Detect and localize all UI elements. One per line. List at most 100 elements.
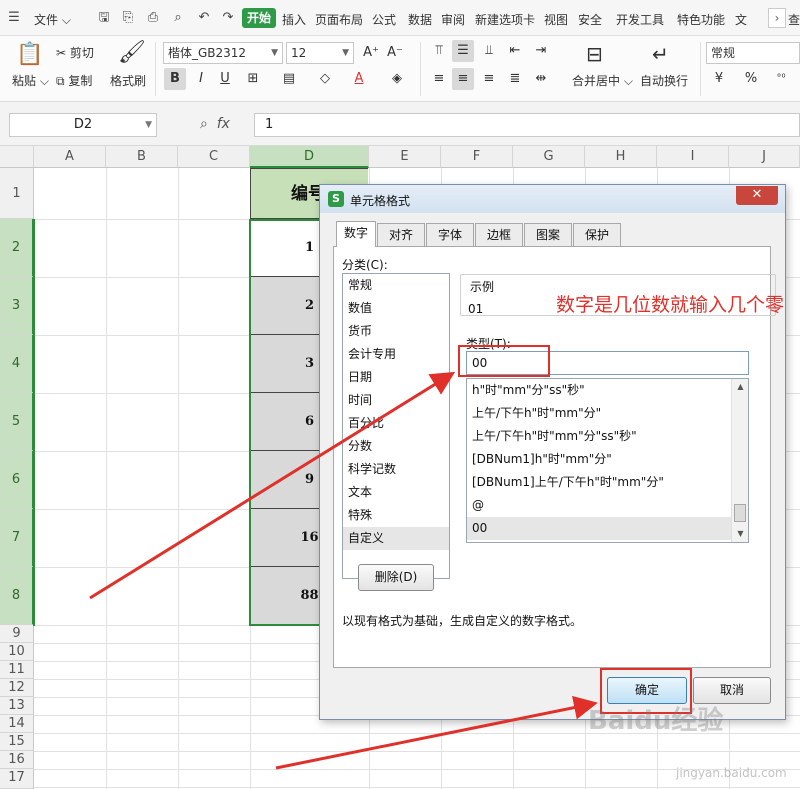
number-format-combo[interactable]: 常规 bbox=[706, 42, 800, 64]
bold-button[interactable]: B bbox=[164, 68, 186, 90]
paste-button[interactable]: 粘贴 ⌵ bbox=[12, 72, 49, 89]
category-list[interactable]: 常规 数值 货币 会计专用 日期 时间 百分比 分数 科学记数 文本 特殊 自定… bbox=[342, 273, 450, 579]
list-item[interactable]: 上午/下午h"时"mm"分"ss"秒" bbox=[467, 425, 731, 448]
row-header[interactable]: 6 bbox=[0, 451, 34, 509]
tab-formulas[interactable]: 公式 bbox=[372, 11, 396, 28]
font-size-combo[interactable]: 12 ▼ bbox=[286, 42, 354, 64]
dialog-title-bar[interactable]: S 单元格格式 ✕ bbox=[320, 185, 785, 213]
wrap-text-icon[interactable]: ↵ bbox=[652, 42, 669, 66]
scroll-up-icon[interactable]: ▲ bbox=[732, 379, 748, 395]
row-header[interactable]: 3 bbox=[0, 277, 34, 335]
tab-view[interactable]: 视图 bbox=[544, 11, 568, 28]
list-item[interactable]: [DBNum1]h"时"mm"分" bbox=[467, 448, 731, 471]
format-painter-button[interactable]: 格式刷 bbox=[110, 72, 146, 89]
col-header-d[interactable]: D bbox=[250, 146, 369, 168]
clear-format-icon[interactable]: ◈ bbox=[386, 68, 408, 90]
tab-page-layout[interactable]: 页面布局 bbox=[315, 11, 363, 28]
align-top-icon[interactable]: ⫪ bbox=[428, 40, 450, 62]
tab-features[interactable]: 特色功能 bbox=[677, 11, 725, 28]
percent-button[interactable]: % bbox=[740, 68, 762, 90]
indent-increase-icon[interactable]: ⇥ bbox=[530, 40, 552, 62]
search-stub[interactable]: 查 bbox=[788, 11, 800, 28]
list-item[interactable]: [DBNum1]上午/下午h"时"mm"分" bbox=[467, 471, 731, 494]
paste-icon[interactable]: 📋 bbox=[16, 42, 43, 67]
fill-color-icon[interactable]: ◇ bbox=[314, 68, 336, 90]
align-left-icon[interactable]: ≡ bbox=[428, 68, 450, 90]
fill-pattern-icon[interactable]: ▤ bbox=[278, 68, 300, 90]
decrease-font-icon[interactable]: A⁻ bbox=[384, 42, 406, 64]
tab-developer[interactable]: 开发工具 bbox=[616, 11, 664, 28]
list-item[interactable]: 会计专用 bbox=[343, 343, 449, 366]
list-item[interactable]: 日期 bbox=[343, 366, 449, 389]
list-item[interactable]: 文本 bbox=[343, 481, 449, 504]
row-header[interactable]: 8 bbox=[0, 567, 34, 625]
scroll-down-icon[interactable]: ▼ bbox=[732, 526, 748, 542]
align-center-icon[interactable]: ≡ bbox=[452, 68, 474, 90]
italic-button[interactable]: I bbox=[190, 68, 212, 90]
save-icon[interactable]: 🖫 bbox=[96, 10, 112, 26]
fx-icon[interactable]: fx bbox=[217, 116, 230, 132]
row-header[interactable]: 14 bbox=[0, 715, 34, 733]
format-painter-icon[interactable]: 🖌 bbox=[118, 40, 146, 65]
chevron-right-icon[interactable]: › bbox=[768, 8, 786, 28]
export-icon[interactable]: ⎘ bbox=[120, 10, 136, 26]
undo-icon[interactable]: ↶ bbox=[196, 10, 212, 26]
col-header-a[interactable]: A bbox=[34, 146, 106, 168]
row-header[interactable]: 13 bbox=[0, 697, 34, 715]
file-menu[interactable]: 文件 ⌵ bbox=[34, 11, 71, 28]
merge-center-icon[interactable]: ⊟ bbox=[586, 42, 603, 66]
formula-input[interactable]: 1 bbox=[254, 113, 800, 137]
row-header[interactable]: 15 bbox=[0, 733, 34, 751]
tab-insert[interactable]: 插入 bbox=[282, 11, 306, 28]
tab-data[interactable]: 数据 bbox=[408, 11, 432, 28]
justify-icon[interactable]: ≣ bbox=[504, 68, 526, 90]
col-header-c[interactable]: C bbox=[178, 146, 250, 168]
border-icon[interactable]: ⊞ bbox=[242, 68, 264, 90]
col-header-b[interactable]: B bbox=[106, 146, 178, 168]
tab-home[interactable]: 开始 bbox=[242, 8, 276, 28]
format-code-list[interactable]: h"时"mm"分"ss"秒" 上午/下午h"时"mm"分" 上午/下午h"时"m… bbox=[466, 378, 749, 543]
print-icon[interactable]: ⎙ bbox=[145, 10, 161, 26]
list-item[interactable]: 上午/下午h"时"mm"分" bbox=[467, 402, 731, 425]
indent-decrease-icon[interactable]: ⇤ bbox=[504, 40, 526, 62]
list-item[interactable]: 时间 bbox=[343, 389, 449, 412]
increase-font-icon[interactable]: A⁺ bbox=[360, 42, 382, 64]
hamburger-menu-icon[interactable]: ☰ bbox=[6, 10, 22, 26]
list-item-selected[interactable]: 自定义 bbox=[343, 527, 449, 550]
tab-review[interactable]: 审阅 bbox=[441, 11, 465, 28]
col-header-g[interactable]: G bbox=[513, 146, 585, 168]
row-header[interactable]: 10 bbox=[0, 643, 34, 661]
row-header[interactable]: 1 bbox=[0, 168, 34, 219]
list-item[interactable]: h"时"mm"分"ss"秒" bbox=[467, 379, 731, 402]
tab-number[interactable]: 数字 bbox=[336, 221, 376, 247]
row-header[interactable]: 12 bbox=[0, 679, 34, 697]
cut-button[interactable]: ✂ 剪切 bbox=[56, 44, 94, 61]
row-header[interactable]: 17 bbox=[0, 769, 34, 789]
row-header[interactable]: 5 bbox=[0, 393, 34, 451]
tab-pattern[interactable]: 图案 bbox=[524, 223, 572, 246]
tab-new[interactable]: 新建选项卡 bbox=[475, 11, 535, 28]
row-header[interactable]: 9 bbox=[0, 625, 34, 643]
tab-overflow[interactable]: 文 bbox=[735, 11, 747, 28]
align-right-icon[interactable]: ≡ bbox=[478, 68, 500, 90]
col-header-i[interactable]: I bbox=[657, 146, 729, 168]
redo-icon[interactable]: ↷ bbox=[220, 10, 236, 26]
col-header-j[interactable]: J bbox=[729, 146, 800, 168]
row-header[interactable]: 4 bbox=[0, 335, 34, 393]
col-header-e[interactable]: E bbox=[369, 146, 441, 168]
list-item[interactable]: 特殊 bbox=[343, 504, 449, 527]
copy-button[interactable]: ⧉ 复制 bbox=[56, 72, 92, 89]
list-item[interactable]: 百分比 bbox=[343, 412, 449, 435]
delete-button[interactable]: 删除(D) bbox=[358, 564, 434, 591]
tab-border[interactable]: 边框 bbox=[475, 223, 523, 246]
font-color-icon[interactable]: A bbox=[348, 68, 370, 90]
row-header[interactable]: 7 bbox=[0, 509, 34, 567]
font-name-combo[interactable]: 楷体_GB2312 ▼ bbox=[163, 42, 283, 64]
close-icon[interactable]: ✕ bbox=[736, 186, 778, 205]
currency-icon[interactable]: ¥ bbox=[708, 68, 730, 90]
name-box[interactable]: D2 ▼ bbox=[9, 113, 157, 137]
tab-protection[interactable]: 保护 bbox=[573, 223, 621, 246]
row-header[interactable]: 2 bbox=[0, 219, 34, 277]
list-item[interactable]: 数值 bbox=[343, 297, 449, 320]
tab-alignment[interactable]: 对齐 bbox=[377, 223, 425, 246]
